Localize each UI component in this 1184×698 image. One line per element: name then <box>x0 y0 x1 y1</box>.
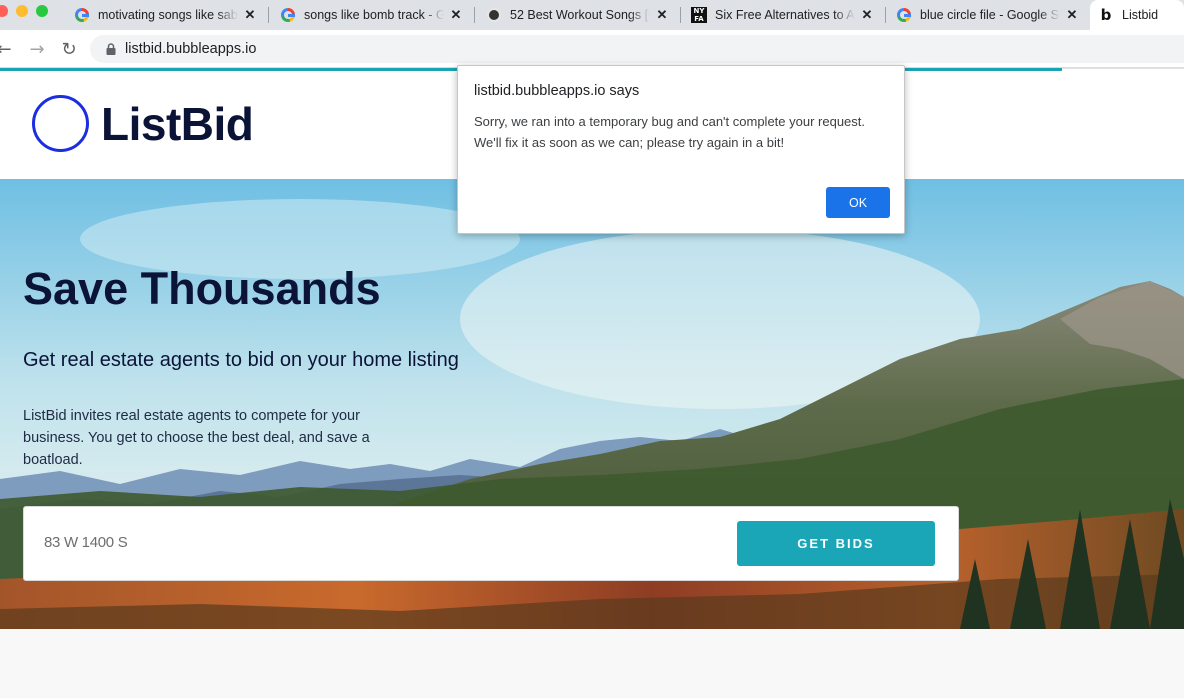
tab-divider <box>268 7 269 23</box>
address-search-card: 83 W 1400 S GET BIDS <box>23 506 959 581</box>
google-icon <box>74 7 90 23</box>
reload-icon[interactable]: ↻ <box>59 39 79 60</box>
hero-title: Save Thousands <box>23 263 381 314</box>
bubble-b-icon: b <box>1100 6 1112 24</box>
window-close-button[interactable] <box>0 5 8 17</box>
tab-divider <box>885 7 886 23</box>
google-icon <box>280 7 296 23</box>
tab-divider <box>680 7 681 23</box>
alert-dialog: listbid.bubbleapps.io says Sorry, we ran… <box>457 65 905 234</box>
tab-title: motivating songs like sabotage - Google … <box>98 8 238 22</box>
close-icon[interactable]: ✕ <box>242 7 258 23</box>
browser-toolbar: ← → ↻ listbid.bubbleapps.io <box>0 30 1184 68</box>
tab-strip: motivating songs like sabotage - Google … <box>0 0 1184 30</box>
tab-title: blue circle file - Google Search <box>920 8 1060 22</box>
tab-title: Listbid <box>1122 8 1159 22</box>
get-bids-button[interactable]: GET BIDS <box>737 521 935 566</box>
dialog-message: Sorry, we ran into a temporary bug and c… <box>474 114 865 150</box>
tab-motivating-songs[interactable]: motivating songs like sabotage - Google … <box>66 0 266 30</box>
page-lower-section <box>0 629 1184 698</box>
tab-workout-songs[interactable]: 52 Best Workout Songs [Updated] ✕ <box>478 0 678 30</box>
page-load-track <box>1062 68 1184 69</box>
ok-button[interactable]: OK <box>826 187 890 218</box>
close-icon[interactable]: ✕ <box>654 7 670 23</box>
tab-title: 52 Best Workout Songs [Updated] <box>510 8 650 22</box>
tab-divider <box>474 7 475 23</box>
hero-description: ListBid invites real estate agents to co… <box>23 408 370 468</box>
tab-title: Six Free Alternatives to Adobe <box>715 8 855 22</box>
tab-title: songs like bomb track - Google Search <box>304 8 444 22</box>
tab-free-alternatives[interactable]: NY FA Six Free Alternatives to Adobe ✕ <box>683 0 883 30</box>
hero-section: Save Thousands Get real estate agents to… <box>0 179 1184 629</box>
lock-icon <box>106 43 116 55</box>
nyfa-icon: NY FA <box>691 7 707 23</box>
tab-listbid[interactable]: b Listbid <box>1090 0 1184 30</box>
dialog-title: listbid.bubbleapps.io says <box>474 83 640 99</box>
window-zoom-button[interactable] <box>36 5 48 17</box>
close-icon[interactable]: ✕ <box>448 7 464 23</box>
google-icon <box>896 7 912 23</box>
close-icon[interactable]: ✕ <box>1064 7 1080 23</box>
close-icon[interactable]: ✕ <box>859 7 875 23</box>
forward-arrow-icon[interactable]: → <box>27 39 47 60</box>
avatar-icon <box>486 7 502 23</box>
url-text: listbid.bubbleapps.io <box>125 41 257 57</box>
address-input[interactable]: 83 W 1400 S <box>44 534 128 551</box>
logo-circle-icon[interactable] <box>32 95 89 152</box>
hero-subtitle: Get real estate agents to bid on your ho… <box>23 349 459 371</box>
tab-songs-like-bomb-track[interactable]: songs like bomb track - Google Search ✕ <box>272 0 472 30</box>
back-arrow-icon[interactable]: ← <box>0 39 14 60</box>
site-logo[interactable]: ListBid <box>101 97 254 151</box>
address-bar[interactable]: listbid.bubbleapps.io <box>90 35 1184 63</box>
tab-blue-circle-file[interactable]: blue circle file - Google Search ✕ <box>888 0 1088 30</box>
window-minimize-button[interactable] <box>16 5 28 17</box>
